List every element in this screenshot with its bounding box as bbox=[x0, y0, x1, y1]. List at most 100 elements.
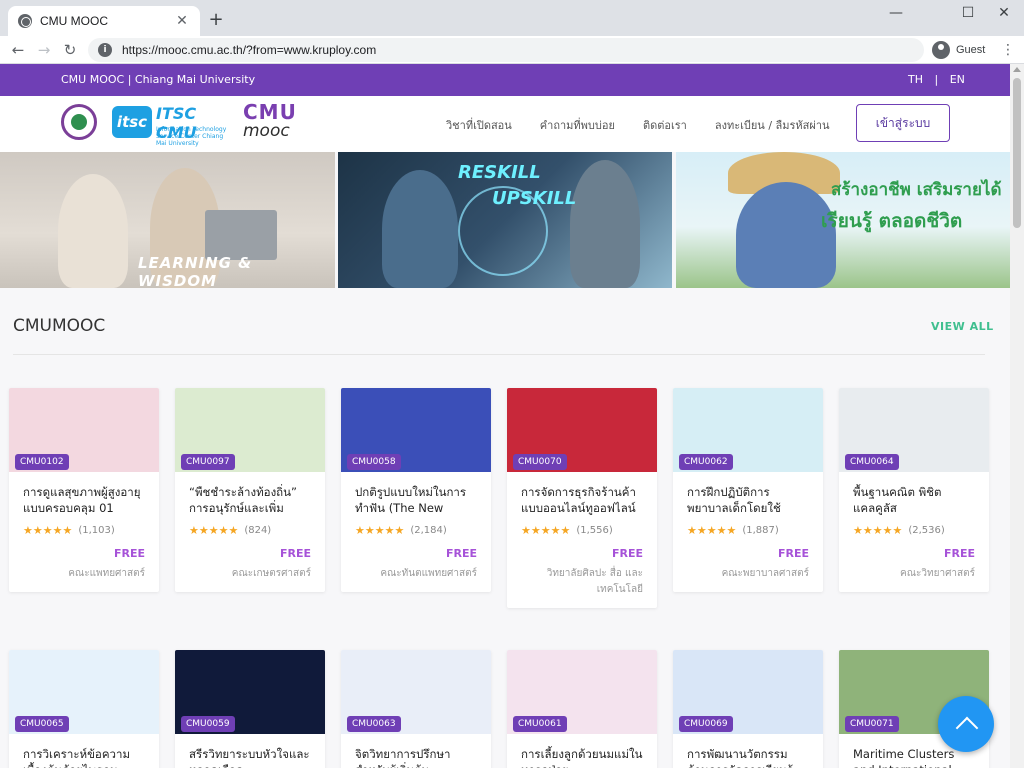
view-all-link[interactable]: VIEW ALL bbox=[931, 320, 994, 333]
section-divider bbox=[13, 354, 985, 355]
course-code-badge: CMU0059 bbox=[181, 716, 235, 732]
star-icons: ★★★★★ bbox=[23, 524, 73, 537]
cmu-seal-logo[interactable] bbox=[61, 104, 97, 140]
course-rating: ★★★★★ (1,103) bbox=[23, 524, 145, 537]
star-icons: ★★★★★ bbox=[355, 524, 405, 537]
banner-reskill[interactable]: RESKILL UPSKILL bbox=[338, 152, 672, 288]
close-window-button[interactable]: ✕ bbox=[984, 0, 1024, 28]
course-thumbnail: CMU0059 bbox=[175, 650, 325, 734]
course-thumbnail: CMU0070 bbox=[507, 388, 657, 472]
nav-register[interactable]: ลงทะเบียน / ลืมรหัสผ่าน bbox=[715, 116, 830, 134]
banner-reskill-text: RESKILL bbox=[458, 162, 541, 183]
scrollbar-thumb[interactable] bbox=[1013, 78, 1021, 228]
course-title[interactable]: การจัดการธุรกิจร้านค้าแบบออนไลน์ทูออฟไลน… bbox=[521, 484, 643, 516]
login-button[interactable]: เข้าสู่ระบบ bbox=[856, 104, 950, 142]
reload-button[interactable]: ↻ bbox=[58, 38, 82, 62]
course-card[interactable]: CMU0069 การพัฒนานวัตกรรมด้านการจัดการเรี… bbox=[673, 650, 823, 768]
back-button[interactable]: ← bbox=[6, 38, 30, 62]
course-code-badge: CMU0071 bbox=[845, 716, 899, 732]
minimize-button[interactable]: — bbox=[876, 0, 916, 28]
main-nav: วิชาที่เปิดสอน คำถามที่พบบ่อย ติดต่อเรา … bbox=[446, 116, 858, 134]
course-code-badge: CMU0102 bbox=[15, 454, 69, 470]
course-card[interactable]: CMU0059 สรีรวิทยาระบบหัวใจและหลอดเลือด bbox=[175, 650, 325, 768]
course-title[interactable]: การพัฒนานวัตกรรมด้านการจัดการเรียนรู้ bbox=[687, 746, 809, 768]
banner-learning-text: LEARNING & WISDOM bbox=[138, 254, 253, 288]
nav-courses[interactable]: วิชาที่เปิดสอน bbox=[446, 116, 512, 134]
forward-button[interactable]: → bbox=[32, 38, 56, 62]
browser-menu-icon[interactable]: ⋮ bbox=[1000, 38, 1016, 62]
course-faculty: คณะพยาบาลศาสตร์ bbox=[721, 568, 809, 579]
itsc-subtext: Information Technology Service Center Ch… bbox=[156, 126, 227, 147]
course-code-badge: CMU0070 bbox=[513, 454, 567, 470]
course-card[interactable]: CMU0070 การจัดการธุรกิจร้านค้าแบบออนไลน์… bbox=[507, 388, 657, 608]
scroll-up-arrow-icon[interactable] bbox=[1013, 67, 1021, 72]
course-card[interactable]: CMU0061 การเลี้ยงลูกด้วยนมแม่ในทารกป่วย bbox=[507, 650, 657, 768]
new-tab-button[interactable]: + bbox=[206, 9, 226, 30]
course-card[interactable]: CMU0063 จิตวิทยาการปรึกษาสำหรับผู้เริ่มต… bbox=[341, 650, 491, 768]
course-code-badge: CMU0069 bbox=[679, 716, 733, 732]
lang-separator: | bbox=[934, 73, 939, 86]
address-url[interactable]: https://mooc.cmu.ac.th/?from=www.kruploy… bbox=[122, 43, 376, 57]
laptop-shape bbox=[205, 210, 277, 260]
course-price: FREE bbox=[777, 547, 809, 560]
course-rating: ★★★★★ (2,184) bbox=[355, 524, 477, 537]
course-card[interactable]: CMU0062 การฝึกปฏิบัติการพยาบาลเด็กโดยใช้… bbox=[673, 388, 823, 592]
lang-en-link[interactable]: EN bbox=[950, 73, 965, 86]
rating-count: (2,536) bbox=[908, 525, 945, 536]
course-price: FREE bbox=[943, 547, 975, 560]
browser-tabstrip: CMU MOOC ✕ + — ☐ ✕ bbox=[0, 0, 1024, 36]
course-title[interactable]: ปกติรูปแบบใหม่ในการทำฟัน (The New bbox=[355, 484, 477, 516]
lang-th-link[interactable]: TH bbox=[908, 73, 923, 86]
course-thumbnail: CMU0102 bbox=[9, 388, 159, 472]
course-card[interactable]: CMU0097 “พืชชำระล้างท้องถิ่น” การอนุรักษ… bbox=[175, 388, 325, 592]
browser-toolbar: ← → ↻ i https://mooc.cmu.ac.th/?from=www… bbox=[0, 36, 1024, 64]
nav-contact[interactable]: ติดต่อเรา bbox=[643, 116, 687, 134]
info-icon[interactable]: i bbox=[98, 43, 112, 57]
site-header: itsc ITSC CMU Information Technology Ser… bbox=[0, 96, 1010, 152]
course-code-badge: CMU0058 bbox=[347, 454, 401, 470]
course-thumbnail: CMU0064 bbox=[839, 388, 989, 472]
course-title[interactable]: “พืชชำระล้างท้องถิ่น” การอนุรักษ์และเพิ่… bbox=[189, 484, 311, 516]
address-bar[interactable]: i https://mooc.cmu.ac.th/?from=www.krupl… bbox=[88, 38, 924, 62]
course-thumbnail: CMU0097 bbox=[175, 388, 325, 472]
course-code-badge: CMU0062 bbox=[679, 454, 733, 470]
course-faculty: คณะแพทยศาสตร์ bbox=[68, 568, 145, 579]
itsc-logo[interactable]: itsc ITSC CMU Information Technology Ser… bbox=[112, 102, 228, 147]
course-card[interactable]: CMU0058 ปกติรูปแบบใหม่ในการทำฟัน (The Ne… bbox=[341, 388, 491, 592]
banner-learning[interactable]: LEARNING & WISDOM bbox=[0, 152, 335, 288]
itsc-badge: itsc bbox=[112, 106, 152, 138]
banner-lifelong[interactable]: สร้างอาชีพ เสริมรายได้ เรียนรู้ ตลอดชีวิ… bbox=[676, 152, 1010, 288]
course-title[interactable]: การเลี้ยงลูกด้วยนมแม่ในทารกป่วย bbox=[521, 746, 643, 768]
tab-close-icon[interactable]: ✕ bbox=[174, 13, 190, 29]
course-title[interactable]: การวิเคราะห์ข้อความเบื้องต้นด้วยไพธอน bbox=[23, 746, 145, 768]
scroll-top-button[interactable] bbox=[938, 696, 994, 752]
language-switcher: TH | EN bbox=[904, 73, 969, 86]
star-icons: ★★★★★ bbox=[521, 524, 571, 537]
course-faculty: วิทยาลัยศิลปะ สื่อ และเทคโนโลยี bbox=[546, 568, 643, 595]
profile-button[interactable]: Guest bbox=[932, 38, 985, 62]
course-card[interactable]: CMU0102 การดูแลสุขภาพผู้สูงอายุแบบครอบคล… bbox=[9, 388, 159, 592]
mooc-logo-text: mooc bbox=[243, 121, 290, 141]
course-price: FREE bbox=[279, 547, 311, 560]
course-rating: ★★★★★ (824) bbox=[189, 524, 311, 537]
browser-tab[interactable]: CMU MOOC ✕ bbox=[8, 6, 200, 36]
banner-career-text: สร้างอาชีพ เสริมรายได้ bbox=[831, 180, 1002, 200]
maximize-button[interactable]: ☐ bbox=[948, 0, 988, 28]
course-card[interactable]: CMU0064 พื้นฐานคณิต พิชิตแคลคูลัส ★★★★★ (… bbox=[839, 388, 989, 592]
course-card[interactable]: CMU0065 การวิเคราะห์ข้อความเบื้องต้นด้วย… bbox=[9, 650, 159, 768]
tab-title: CMU MOOC bbox=[40, 14, 108, 28]
section-title: CMUMOOC bbox=[13, 316, 106, 336]
course-faculty: คณะเกษตรศาสตร์ bbox=[231, 568, 311, 579]
course-rating: ★★★★★ (1,887) bbox=[687, 524, 809, 537]
university-label: CMU MOOC | Chiang Mai University bbox=[61, 73, 256, 86]
course-title[interactable]: การฝึกปฏิบัติการพยาบาลเด็กโดยใช้ bbox=[687, 484, 809, 516]
course-title[interactable]: พื้นฐานคณิต พิชิตแคลคูลัส bbox=[853, 484, 975, 516]
nav-faq[interactable]: คำถามที่พบบ่อย bbox=[540, 116, 615, 134]
top-info-bar: CMU MOOC | Chiang Mai University TH | EN bbox=[0, 64, 1010, 96]
course-title[interactable]: การดูแลสุขภาพผู้สูงอายุแบบครอบคลุม 01 bbox=[23, 484, 145, 516]
cmu-mooc-logo[interactable]: CMU mooc bbox=[243, 102, 307, 144]
rating-count: (1,103) bbox=[78, 525, 115, 536]
page-scrollbar[interactable] bbox=[1010, 64, 1024, 768]
course-title[interactable]: จิตวิทยาการปรึกษาสำหรับผู้เริ่มต้น bbox=[355, 746, 477, 768]
course-title[interactable]: สรีรวิทยาระบบหัวใจและหลอดเลือด bbox=[189, 746, 311, 768]
